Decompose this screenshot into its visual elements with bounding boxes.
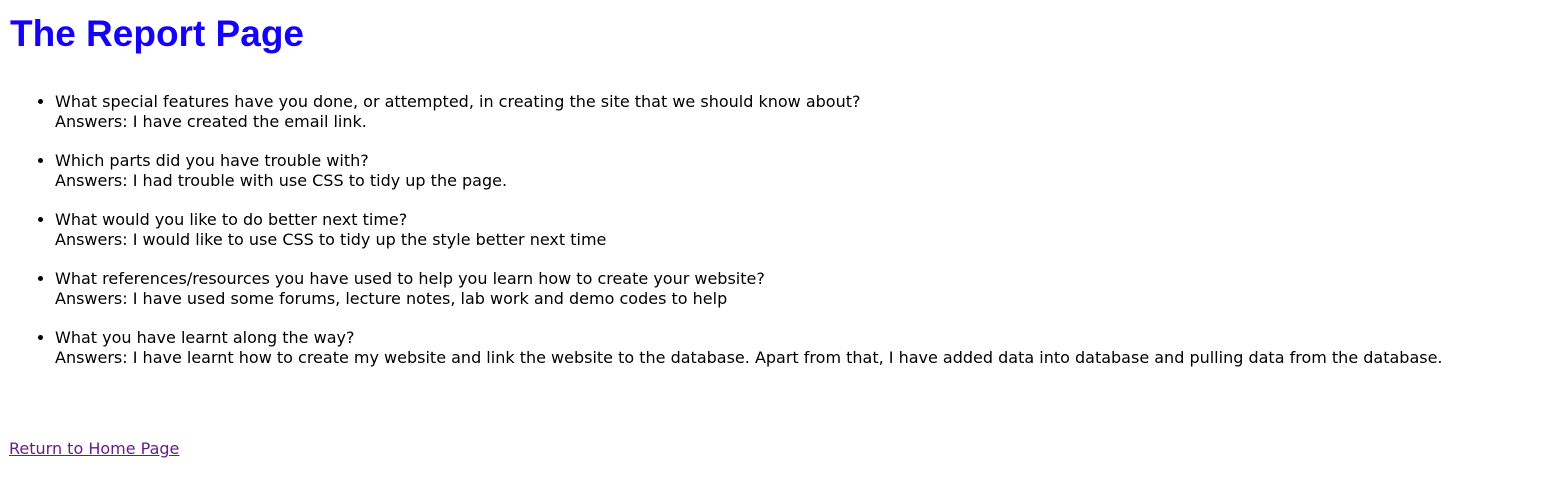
question-text: Which parts did you have trouble with? bbox=[55, 151, 369, 170]
answer-text: Answers: I would like to use CSS to tidy… bbox=[55, 230, 607, 249]
answer-text: Answers: I had trouble with use CSS to t… bbox=[55, 171, 508, 190]
return-home-link[interactable]: Return to Home Page bbox=[9, 439, 179, 459]
list-item: What references/resources you have used … bbox=[55, 269, 1555, 309]
answer-text: Answers: I have learnt how to create my … bbox=[55, 348, 1443, 367]
list-item: Which parts did you have trouble with? A… bbox=[55, 151, 1555, 191]
answer-text: Answers: I have used some forums, lectur… bbox=[55, 289, 728, 308]
question-text: What special features have you done, or … bbox=[55, 92, 861, 111]
list-item: What would you like to do better next ti… bbox=[55, 210, 1555, 250]
page-title: The Report Page bbox=[10, 13, 304, 54]
list-item: What you have learnt along the way? Answ… bbox=[55, 328, 1555, 368]
report-question-list: What special features have you done, or … bbox=[0, 92, 1555, 387]
answer-text: Answers: I have created the email link. bbox=[55, 112, 367, 131]
question-text: What would you like to do better next ti… bbox=[55, 210, 408, 229]
question-text: What references/resources you have used … bbox=[55, 269, 765, 288]
question-text: What you have learnt along the way? bbox=[55, 328, 355, 347]
list-item: What special features have you done, or … bbox=[55, 92, 1555, 132]
